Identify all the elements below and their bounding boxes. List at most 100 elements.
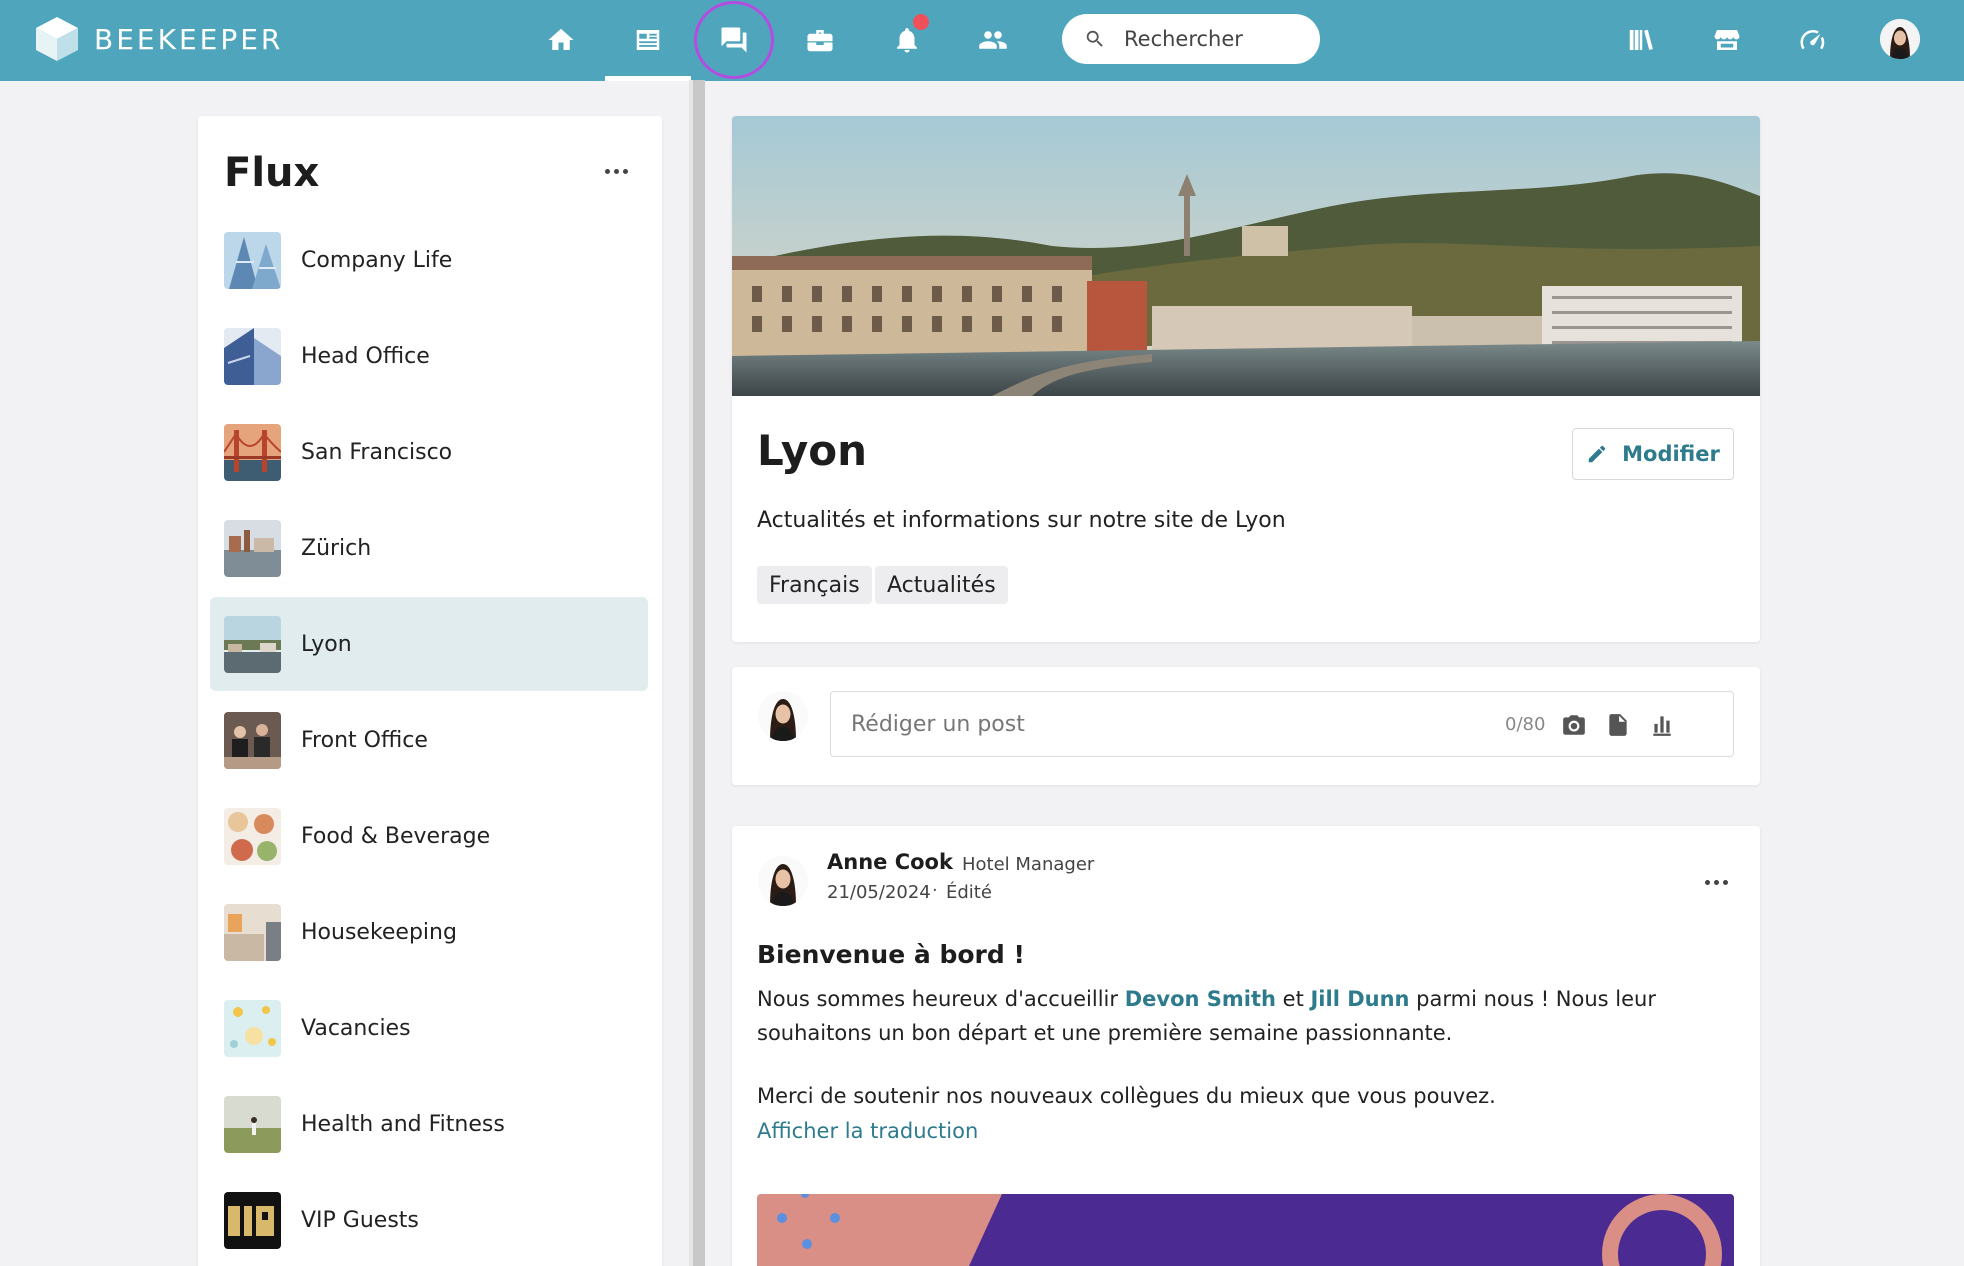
add-file-button[interactable] [1603, 710, 1633, 740]
sidebar-item-label: Zürich [301, 535, 372, 561]
nav-news-feed[interactable] [625, 17, 671, 63]
post-body-second: Merci de soutenir nos nouveaux collègues… [757, 1084, 1496, 1108]
notification-badge [913, 14, 929, 30]
feed-thumbnail [224, 1095, 281, 1153]
vip-sign-image [224, 1191, 281, 1249]
edit-button-label: Modifier [1622, 442, 1720, 466]
people-icon [979, 31, 1007, 49]
toolbox-icon [807, 30, 833, 52]
sidebar-item-label: Lyon [301, 631, 352, 657]
golden-gate-image [224, 423, 281, 481]
sidebar-item-label: Health and Fitness [301, 1111, 505, 1137]
feed-thumbnail [224, 903, 281, 961]
group-description: Actualités et informations sur notre sit… [757, 508, 1286, 533]
author-avatar-image [758, 856, 808, 906]
feed-thumbnail [224, 999, 281, 1057]
feed-thumbnail [224, 807, 281, 865]
sidebar-item-label: San Francisco [301, 439, 453, 465]
chat-icon [721, 27, 747, 53]
post-title: Bienvenue à bord ! [757, 940, 1025, 969]
group-banner [732, 116, 1760, 396]
lyon-cityscape-image [732, 116, 1760, 396]
sidebar-title: Flux [224, 150, 320, 196]
tag-francais[interactable]: Français [757, 566, 872, 604]
bar-chart-icon [1653, 716, 1671, 736]
post-body-text: et [1275, 987, 1311, 1011]
group-title: Lyon [757, 426, 868, 475]
post-author-name[interactable]: Anne Cook [827, 850, 953, 874]
sidebar-item-food-beverage[interactable]: Food & Beverage [210, 789, 648, 883]
news-feed-icon [636, 30, 660, 50]
feed-thumbnail [224, 423, 281, 481]
mention-jill-dunn[interactable]: Jill Dunn [1310, 987, 1409, 1011]
hotel-room-image [224, 903, 281, 961]
home-icon [548, 28, 574, 50]
char-counter: 0/80 [1505, 714, 1546, 735]
group-header-card: Lyon Modifier Actualités et informations… [732, 116, 1760, 642]
user-avatar-image [1880, 19, 1920, 59]
sidebar-item-lyon[interactable]: Lyon [210, 597, 648, 691]
post-author-avatar[interactable] [758, 856, 808, 906]
nav-library[interactable] [1618, 17, 1664, 63]
nav-dashboard[interactable] [1790, 17, 1836, 63]
sidebar-item-zurich[interactable]: Zürich [210, 501, 648, 595]
post-composer-card: 0/80 [732, 667, 1760, 785]
welcome-graphic-image [757, 1194, 1734, 1266]
edit-group-button[interactable]: Modifier [1572, 428, 1734, 480]
sidebar-item-san-francisco[interactable]: San Francisco [210, 405, 648, 499]
sidebar-item-housekeeping[interactable]: Housekeeping [210, 885, 648, 979]
sidebar-item-label: Housekeeping [301, 919, 457, 945]
profile-avatar[interactable] [1880, 19, 1920, 59]
sidebar-item-health-fitness[interactable]: Health and Fitness [210, 1077, 648, 1171]
yoga-field-image [224, 1095, 281, 1153]
sidebar-item-label: VIP Guests [301, 1207, 419, 1233]
sidebar-item-company-life[interactable]: Company Life [210, 213, 648, 307]
sidebar-item-label: Food & Beverage [301, 823, 491, 849]
sidebar-more-button[interactable] [598, 156, 634, 186]
post-date: 21/05/2024 [827, 882, 931, 903]
nav-chat[interactable] [711, 17, 757, 63]
lyon-river-image [224, 615, 281, 673]
more-dot [622, 168, 628, 174]
sidebar-item-label: Head Office [301, 343, 430, 369]
post-edited-label: Édité [946, 882, 992, 903]
brand-name: BEEKEEPER [94, 22, 284, 56]
office-towers-image [224, 231, 281, 289]
brand-logo[interactable]: BEEKEEPER [36, 17, 283, 61]
top-bar: BEEKEEPER [0, 0, 1964, 81]
map-pins-image [224, 999, 281, 1057]
feed-thumbnail [224, 1191, 281, 1249]
nav-people[interactable] [970, 17, 1016, 63]
sidebar-item-head-office[interactable]: Head Office [210, 309, 648, 403]
beekeeper-logo-icon [36, 17, 78, 61]
sidebar-scrollbar[interactable] [689, 80, 705, 1266]
nav-marketplace[interactable] [1704, 17, 1750, 63]
composer-field[interactable]: 0/80 [830, 691, 1734, 757]
sidebar-item-front-office[interactable]: Front Office [210, 693, 648, 787]
sidebar-item-label: Front Office [301, 727, 428, 753]
sidebar-item-vip-guests[interactable]: VIP Guests [210, 1173, 648, 1266]
file-icon [1609, 714, 1627, 736]
mention-devon-smith[interactable]: Devon Smith [1125, 987, 1276, 1011]
separator-dot: · [932, 880, 938, 901]
nav-tools[interactable] [797, 17, 843, 63]
search-icon [1086, 30, 1103, 47]
more-dots-icon [1704, 879, 1710, 885]
sidebar-item-vacancies[interactable]: Vacancies [210, 981, 648, 1075]
show-translation-link[interactable]: Afficher la traduction [757, 1119, 978, 1143]
tag-actualites[interactable]: Actualités [875, 566, 1008, 604]
post-input[interactable] [851, 711, 1471, 737]
nav-home[interactable] [538, 17, 584, 63]
add-photo-button[interactable] [1559, 710, 1589, 740]
feeds-sidebar: Flux Company Life Head Office San Franci… [198, 116, 662, 1266]
more-dot [1722, 879, 1728, 885]
add-poll-button[interactable] [1647, 710, 1677, 740]
post-more-button[interactable] [1700, 872, 1732, 892]
post-author-role: Hotel Manager [962, 854, 1095, 875]
separator-dot: · [944, 850, 950, 871]
more-dots-icon [604, 168, 610, 174]
sidebar-item-label: Company Life [301, 247, 453, 273]
search-input[interactable] [1124, 27, 1304, 51]
search-bar[interactable] [1062, 14, 1320, 64]
post-image[interactable] [757, 1194, 1734, 1266]
